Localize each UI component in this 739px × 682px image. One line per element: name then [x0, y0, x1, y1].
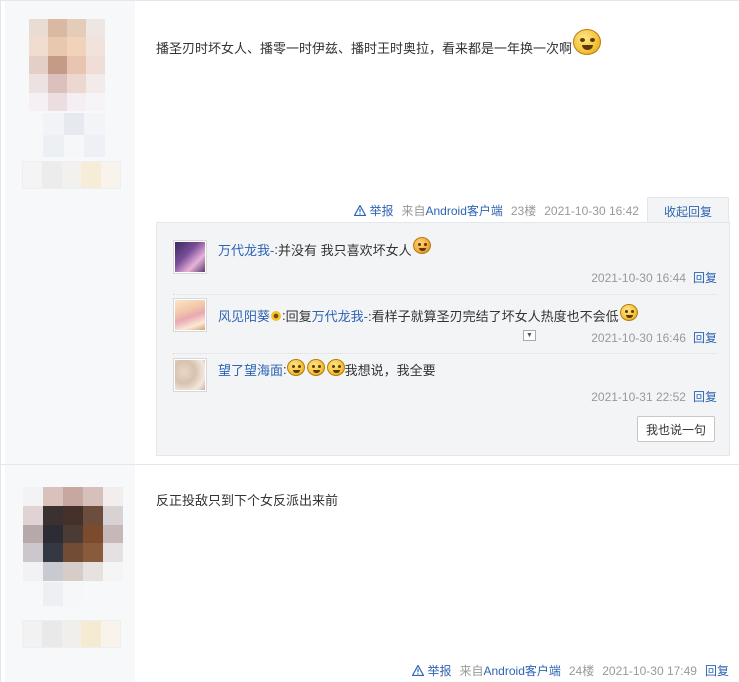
- smile-emoji-icon: [326, 359, 345, 376]
- reply-time-row: 2021-10-31 22:52 回复: [591, 388, 717, 405]
- floor-number: 23楼: [510, 204, 537, 218]
- post-text: 反正投敌只到下个女反派出来前: [156, 493, 339, 508]
- client-prefix: 来自: [401, 204, 426, 218]
- reply-username[interactable]: 望了望海面: [218, 360, 283, 379]
- say-something-button[interactable]: 我也说一句: [637, 416, 715, 442]
- warning-icon: [412, 665, 425, 676]
- reply-separator: :: [283, 362, 287, 377]
- post-content: 反正投敌只到下个女反派出来前: [156, 490, 338, 509]
- author-sidebar: [5, 1, 135, 465]
- post-content: 播圣刃时坏女人、播零一时伊兹、播时王时奥拉，看来都是一年换一次啊: [156, 28, 602, 57]
- reply-content: 望了望海面 : 我想说，我全要: [218, 359, 436, 379]
- author-avatar[interactable]: [23, 487, 123, 581]
- reply-button[interactable]: 回复: [705, 662, 729, 679]
- post-time: 2021-10-30 16:42: [544, 203, 639, 218]
- reply-button[interactable]: 回复: [693, 390, 717, 404]
- post-floor-23: 播圣刃时坏女人、播零一时伊兹、播时王时奥拉，看来都是一年换一次啊 举报 来自An…: [0, 0, 739, 465]
- reply-avatar[interactable]: [173, 298, 207, 332]
- smile-emoji-icon: [619, 304, 638, 321]
- sub-reply-item: 万代龙我- : 并没有 我只喜欢坏女人 2021-10-30 16:44 回复: [173, 236, 717, 295]
- heart-eyes-emoji-icon: [412, 237, 431, 254]
- smile-emoji-icon: [306, 359, 325, 376]
- sub-reply-item: 望了望海面 : 我想说，我全要 2021-10-31 22:52 回复: [173, 354, 717, 409]
- post-text: 播圣刃时坏女人、播零一时伊兹、播时王时奥拉，看来都是一年换一次啊: [156, 41, 573, 56]
- report-label: 举报: [427, 664, 452, 678]
- author-avatar[interactable]: [29, 19, 105, 111]
- author-avatar-shadow: [43, 582, 83, 606]
- android-client-link[interactable]: Android客户端: [484, 664, 561, 678]
- report-link[interactable]: 举报: [354, 202, 393, 219]
- reply-username[interactable]: 风见阳葵: [218, 306, 270, 325]
- author-name-blurred[interactable]: [22, 620, 121, 648]
- report-label: 举报: [369, 204, 394, 218]
- warning-icon: [354, 205, 367, 216]
- post-meta: 举报 来自Android客户端 24楼 2021-10-30 17:49 回复: [412, 662, 729, 679]
- post-floor-24: 反正投敌只到下个女反派出来前 举报 来自Android客户端 24楼 2021-…: [0, 464, 739, 682]
- sub-reply-panel: 万代龙我- : 并没有 我只喜欢坏女人 2021-10-30 16:44 回复 风…: [156, 222, 730, 456]
- author-name-blurred[interactable]: [22, 161, 121, 189]
- smile-emoji-icon: [286, 359, 305, 376]
- sunflower-icon: [271, 310, 282, 321]
- client-source: 来自Android客户端: [401, 202, 502, 219]
- smile-emoji-icon: [573, 28, 602, 55]
- reply-button[interactable]: 回复: [693, 331, 717, 345]
- reply-username[interactable]: 万代龙我-: [218, 240, 274, 259]
- client-source: 来自Android客户端: [459, 662, 560, 679]
- collapse-replies-button[interactable]: 收起回复: [646, 197, 729, 224]
- sub-reply-item: 风见阳葵 : 回复 万代龙我- :看样子就算圣刃完结了坏女人热度也不会低 ▼ 2…: [173, 295, 717, 354]
- reply-time: 2021-10-31 22:52: [591, 390, 686, 404]
- reply-text: 并没有 我只喜欢坏女人: [277, 243, 412, 258]
- reply-time: 2021-10-30 16:46: [591, 331, 686, 345]
- reply-prefix: 回复: [285, 309, 312, 324]
- android-client-link[interactable]: Android客户端: [426, 204, 503, 218]
- post-meta: 举报 来自Android客户端 23楼 2021-10-30 16:42 收起回…: [354, 197, 729, 224]
- author-avatar-shadow: [43, 113, 105, 157]
- reply-button[interactable]: 回复: [693, 271, 717, 285]
- reply-content: 风见阳葵 : 回复 万代龙我- :看样子就算圣刃完结了坏女人热度也不会低: [218, 304, 638, 325]
- expand-toggle-icon[interactable]: ▼: [523, 330, 536, 341]
- reply-to-username[interactable]: 万代龙我-: [312, 306, 368, 325]
- post-time: 2021-10-30 17:49: [602, 663, 697, 678]
- floor-number: 24楼: [568, 664, 595, 678]
- client-prefix: 来自: [459, 664, 484, 678]
- reply-text: 我想说，我全要: [344, 363, 436, 378]
- reply-time-row: 2021-10-30 16:46 回复: [591, 329, 717, 346]
- reply-time-row: 2021-10-30 16:44 回复: [591, 269, 717, 286]
- reply-text: :看样子就算圣刃完结了坏女人热度也不会低: [368, 309, 619, 324]
- reply-content: 万代龙我- : 并没有 我只喜欢坏女人: [218, 237, 431, 259]
- report-link[interactable]: 举报: [412, 662, 451, 679]
- reply-avatar[interactable]: [173, 240, 207, 274]
- reply-avatar[interactable]: [173, 358, 207, 392]
- reply-time: 2021-10-30 16:44: [591, 271, 686, 285]
- author-sidebar: [5, 465, 135, 682]
